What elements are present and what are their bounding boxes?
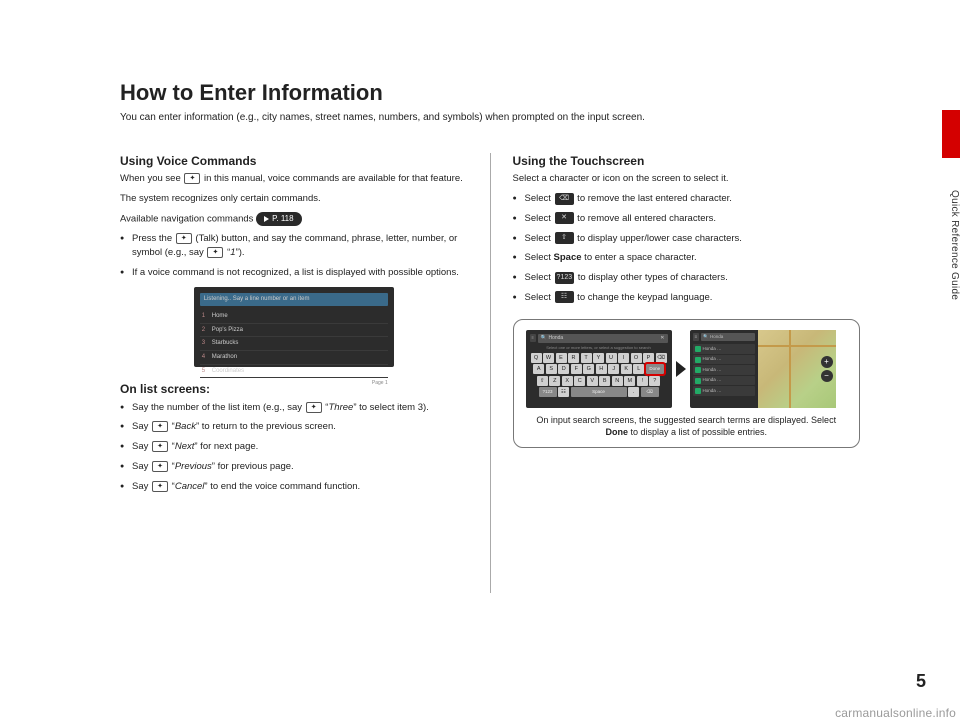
intro-text: You can enter information (e.g., city na… (120, 112, 860, 123)
listening-bar: Listening.. Say a line number or an item (200, 293, 388, 306)
keyboard-callout: ≡ 🔍 Honda✕ Select one or more letters, o… (513, 319, 861, 448)
talk-icon: ✦ (152, 421, 168, 432)
keyboard-screenshot: ≡ 🔍 Honda✕ Select one or more letters, o… (526, 330, 672, 408)
voice-p3: Available navigation commands P. 118 (120, 212, 468, 226)
touch-heading: Using the Touchscreen (513, 153, 861, 170)
list-bullet-1: Say the number of the list item (e.g., s… (120, 401, 468, 415)
side-tab (942, 110, 960, 158)
talk-icon: ✦ (176, 233, 192, 244)
touch-p1: Select a character or icon on the screen… (513, 172, 861, 186)
clear-icon: ✕ (555, 212, 574, 224)
done-key: Done (646, 364, 664, 374)
talk-icon: ✦ (152, 481, 168, 492)
voice-p2: The system recognizes only certain comma… (120, 192, 468, 206)
touch-bullet-4: Select Space to enter a space character. (513, 251, 861, 265)
talk-icon: ✦ (152, 461, 168, 472)
list-bullet-2: Say ✦ “Back” to return to the previous s… (120, 420, 468, 434)
touch-bullet-6: Select ☷ to change the keypad language. (513, 291, 861, 305)
list-bullet-3: Say ✦ “Next” for next page. (120, 440, 468, 454)
touch-bullet-5: Select ?123 to display other types of ch… (513, 271, 861, 285)
side-label: Quick Reference Guide (942, 165, 960, 325)
list-screens-heading: On list screens: (120, 381, 468, 398)
talk-icon: ✦ (207, 247, 223, 258)
list-bullet-4: Say ✦ “Previous” for previous page. (120, 460, 468, 474)
talk-icon: ✦ (184, 173, 200, 184)
page-number: 5 (916, 671, 926, 692)
numsym-icon: ?123 (555, 272, 575, 284)
right-column: Using the Touchscreen Select a character… (513, 153, 861, 593)
shift-icon: ⇧ (555, 232, 574, 244)
voice-bullet-1: Press the ✦ (Talk) button, and say the c… (120, 232, 468, 260)
watermark: carmanualsonline.info (835, 706, 956, 720)
voice-bullet-2: If a voice command is not recognized, a … (120, 266, 468, 280)
talk-icon: ✦ (152, 441, 168, 452)
backspace-icon: ⌫ (555, 193, 574, 205)
touch-bullet-2: Select ✕ to remove all entered character… (513, 212, 861, 226)
voice-list-screenshot: Listening.. Say a line number or an item… (194, 287, 394, 367)
list-bullet-5: Say ✦ “Cancel” to end the voice command … (120, 480, 468, 494)
page-title: How to Enter Information (120, 80, 860, 106)
touch-bullet-1: Select ⌫ to remove the last entered char… (513, 192, 861, 206)
page-content: How to Enter Information You can enter i… (120, 80, 860, 660)
left-column: Using Voice Commands When you see ✦ in t… (120, 153, 468, 593)
callout-caption: On input search screens, the suggested s… (526, 414, 848, 439)
voice-heading: Using Voice Commands (120, 153, 468, 170)
map-results-screenshot: ≡🔍 Honda Honda … Honda … Honda … Honda …… (690, 330, 836, 408)
voice-p1: When you see ✦ in this manual, voice com… (120, 172, 468, 186)
column-divider (490, 153, 491, 593)
page-ref-pill: P. 118 (256, 212, 302, 226)
talk-icon: ✦ (306, 402, 322, 413)
arrow-icon (676, 361, 686, 377)
language-icon: ☷ (555, 291, 574, 303)
touch-bullet-3: Select ⇧ to display upper/lower case cha… (513, 232, 861, 246)
